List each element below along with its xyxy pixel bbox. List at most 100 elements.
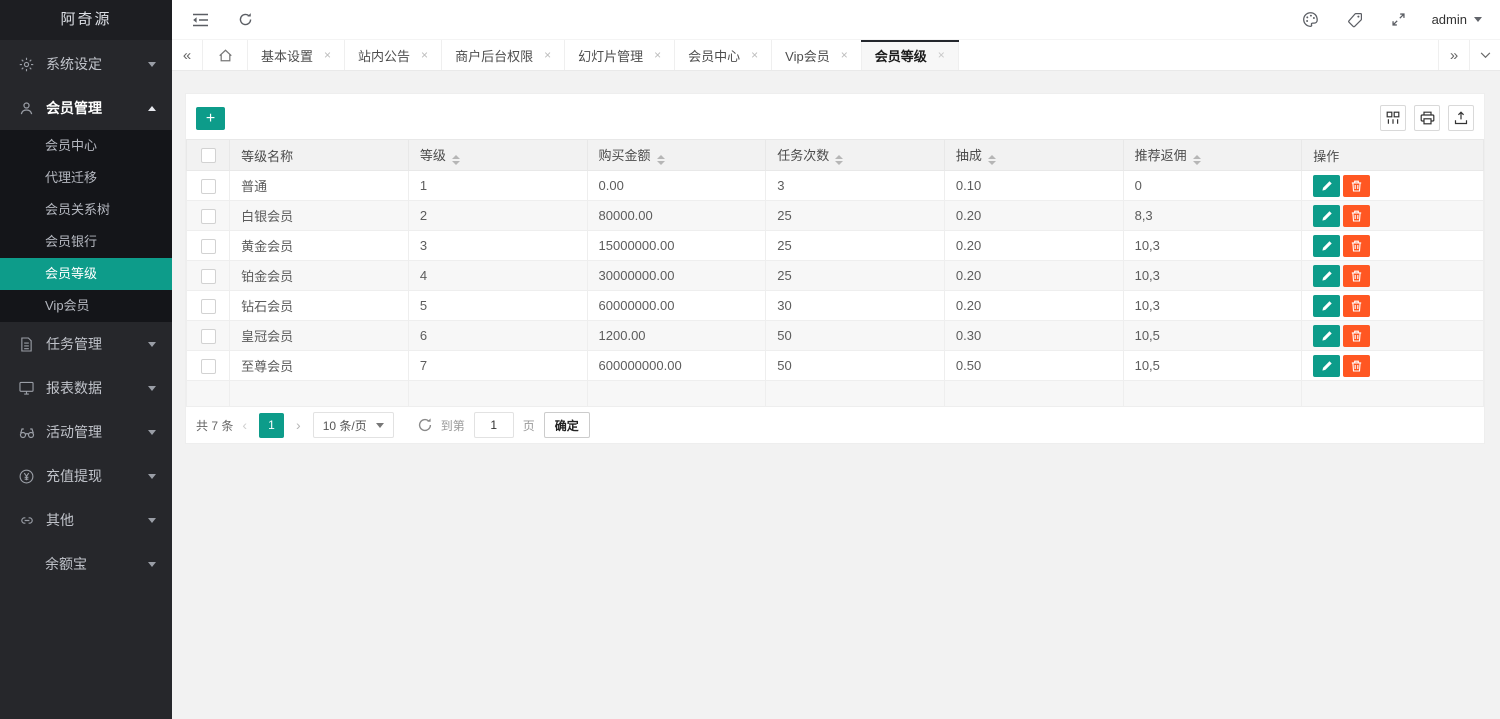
cell-purchase-amount: 600000000.00 <box>587 351 766 381</box>
column-header-purchase-amount[interactable]: 购买金额 <box>587 140 766 171</box>
refresh-icon[interactable] <box>238 12 253 27</box>
close-icon[interactable]: × <box>421 48 428 62</box>
row-checkbox[interactable] <box>201 269 216 284</box>
delete-button[interactable] <box>1343 265 1370 287</box>
export-icon <box>1454 111 1468 125</box>
delete-button[interactable] <box>1343 355 1370 377</box>
tag-icon[interactable] <box>1347 12 1363 28</box>
cell-commission: 0.30 <box>944 321 1123 351</box>
tab-basic-settings[interactable]: 基本设置× <box>248 40 345 70</box>
sidebar-item-vip-member[interactable]: Vip会员 <box>0 290 172 322</box>
tabs-scroll-left-button[interactable]: « <box>172 40 203 70</box>
column-header-referral-rebate[interactable]: 推荐返佣 <box>1123 140 1302 171</box>
tab-site-announcement[interactable]: 站内公告× <box>345 40 442 70</box>
sidebar-item-member-level[interactable]: 会员等级 <box>0 258 172 290</box>
top-header-bar: admin <box>172 0 1500 40</box>
cell-referral-rebate: 0 <box>1123 171 1302 201</box>
column-header-level[interactable]: 等级 <box>408 140 587 171</box>
sidebar-item-member-management[interactable]: 会员管理 <box>0 86 172 130</box>
chevron-down-icon <box>148 342 156 347</box>
edit-button[interactable] <box>1313 355 1340 377</box>
edit-button[interactable] <box>1313 325 1340 347</box>
sort-icon[interactable] <box>988 155 996 165</box>
user-menu[interactable]: admin <box>1432 12 1482 27</box>
tab-vip-member[interactable]: Vip会员× <box>772 40 862 70</box>
main-area: admin « 基本设置× 站内公告× 商户后台权限× 幻灯片管理× 会员中心×… <box>172 0 1500 719</box>
sidebar-item-yuebao[interactable]: 余额宝 <box>0 542 172 586</box>
goto-page-input[interactable] <box>474 412 514 438</box>
sidebar-submenu: 会员中心 代理迁移 会员关系树 会员银行 会员等级 Vip会员 <box>0 130 172 322</box>
delete-button[interactable] <box>1343 295 1370 317</box>
next-page-button[interactable]: › <box>293 417 304 433</box>
row-checkbox-cell <box>187 261 230 291</box>
close-icon[interactable]: × <box>324 48 331 62</box>
sidebar-item-recharge-withdraw[interactable]: 充值提现 <box>0 454 172 498</box>
confirm-button[interactable]: 确定 <box>544 412 590 438</box>
page-size-select[interactable]: 10 条/页 <box>313 412 394 438</box>
sort-icon[interactable] <box>657 155 665 165</box>
collapse-menu-icon[interactable] <box>192 13 209 27</box>
sidebar-item-member-relation-tree[interactable]: 会员关系树 <box>0 194 172 226</box>
trash-icon <box>1351 330 1362 342</box>
close-icon[interactable]: × <box>938 48 945 62</box>
refresh-table-button[interactable] <box>417 417 433 433</box>
edit-button[interactable] <box>1313 265 1340 287</box>
columns-filter-button[interactable] <box>1380 105 1406 131</box>
tab-slideshow-management[interactable]: 幻灯片管理× <box>565 40 675 70</box>
trash-icon <box>1351 210 1362 222</box>
delete-button[interactable] <box>1343 325 1370 347</box>
chevron-down-icon <box>148 386 156 391</box>
delete-button[interactable] <box>1343 235 1370 257</box>
sidebar-item-system-settings[interactable]: 系统设定 <box>0 42 172 86</box>
edit-button[interactable] <box>1313 235 1340 257</box>
select-all-cell <box>187 140 230 171</box>
column-header-task-count[interactable]: 任务次数 <box>766 140 945 171</box>
close-icon[interactable]: × <box>654 48 661 62</box>
row-checkbox[interactable] <box>201 359 216 374</box>
tab-member-center[interactable]: 会员中心× <box>675 40 772 70</box>
prev-page-button[interactable]: ‹ <box>239 417 250 433</box>
row-checkbox[interactable] <box>201 329 216 344</box>
sort-icon[interactable] <box>835 155 843 165</box>
delete-button[interactable] <box>1343 205 1370 227</box>
edit-button[interactable] <box>1313 295 1340 317</box>
home-tab[interactable] <box>203 40 248 70</box>
sidebar-item-label: 系统设定 <box>46 54 148 74</box>
sidebar-item-report-data[interactable]: 报表数据 <box>0 366 172 410</box>
column-header-commission[interactable]: 抽成 <box>944 140 1123 171</box>
palette-icon[interactable] <box>1302 11 1319 28</box>
sidebar-item-other[interactable]: 其他 <box>0 498 172 542</box>
add-button[interactable]: + <box>196 107 225 130</box>
tabs-scroll-right-button[interactable]: » <box>1438 40 1469 70</box>
close-icon[interactable]: × <box>841 48 848 62</box>
export-button[interactable] <box>1448 105 1474 131</box>
row-checkbox[interactable] <box>201 299 216 314</box>
print-button[interactable] <box>1414 105 1440 131</box>
sort-icon[interactable] <box>1193 155 1201 165</box>
page-number-button[interactable]: 1 <box>259 413 284 438</box>
close-icon[interactable]: × <box>751 48 758 62</box>
sort-icon[interactable] <box>452 155 460 165</box>
trash-icon <box>1351 270 1362 282</box>
tabs-menu-button[interactable] <box>1469 40 1500 70</box>
sidebar-item-member-bank[interactable]: 会员银行 <box>0 226 172 258</box>
cell-referral-rebate: 10,3 <box>1123 231 1302 261</box>
select-all-checkbox[interactable] <box>201 148 216 163</box>
sidebar-item-label: 任务管理 <box>46 334 148 354</box>
cell-actions <box>1302 291 1484 321</box>
sidebar-item-agent-migration[interactable]: 代理迁移 <box>0 162 172 194</box>
sidebar-item-activity-management[interactable]: 活动管理 <box>0 410 172 454</box>
close-icon[interactable]: × <box>544 48 551 62</box>
tab-member-level[interactable]: 会员等级× <box>862 40 959 70</box>
fullscreen-icon[interactable] <box>1391 12 1406 27</box>
delete-button[interactable] <box>1343 175 1370 197</box>
edit-button[interactable] <box>1313 175 1340 197</box>
sidebar-item-member-center[interactable]: 会员中心 <box>0 130 172 162</box>
sidebar-item-task-management[interactable]: 任务管理 <box>0 322 172 366</box>
row-checkbox[interactable] <box>201 209 216 224</box>
edit-button[interactable] <box>1313 205 1340 227</box>
row-checkbox[interactable] <box>201 239 216 254</box>
cell-actions <box>1302 231 1484 261</box>
row-checkbox[interactable] <box>201 179 216 194</box>
tab-merchant-backend-permission[interactable]: 商户后台权限× <box>442 40 565 70</box>
